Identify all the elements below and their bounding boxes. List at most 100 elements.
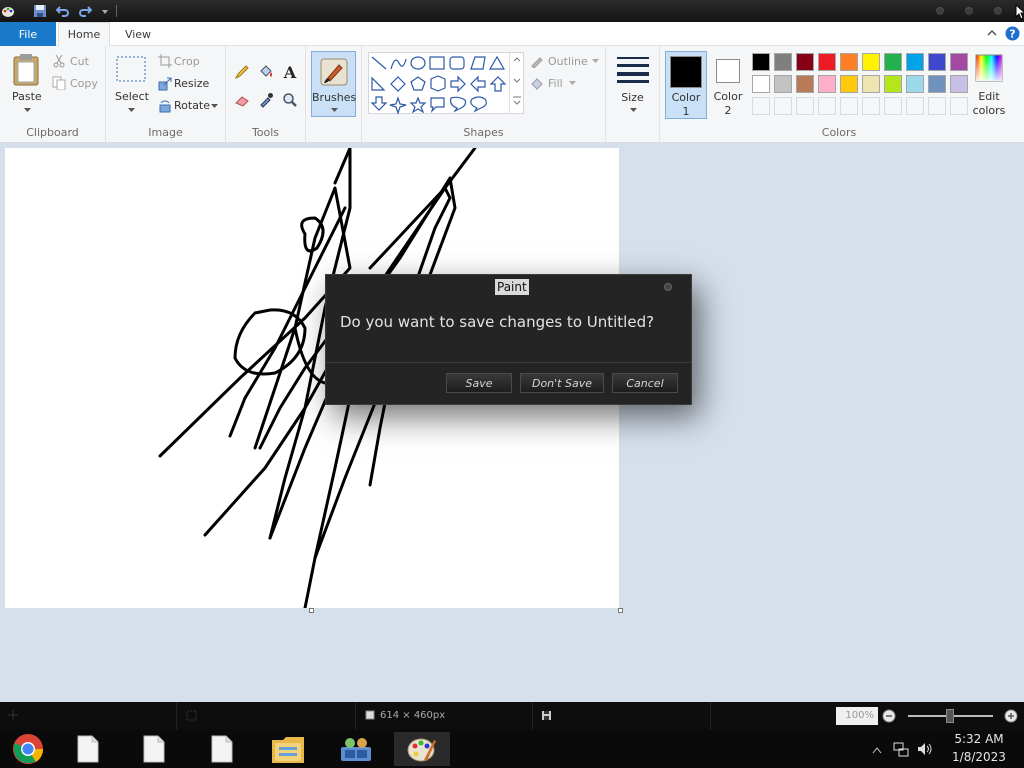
palette-swatch[interactable] [928, 75, 946, 93]
palette-swatch-empty[interactable] [774, 97, 792, 115]
network-icon[interactable] [893, 741, 909, 760]
save-button[interactable]: Save [446, 373, 512, 393]
palette-swatch-empty[interactable] [818, 97, 836, 115]
palette-swatch[interactable] [774, 53, 792, 71]
dont-save-button[interactable]: Don't Save [520, 373, 604, 393]
select-dropdown-icon[interactable] [126, 106, 136, 114]
file-explorer-taskbar-icon[interactable] [262, 732, 314, 766]
shapes-gallery[interactable] [368, 52, 524, 115]
zoom-level[interactable]: 100% [836, 707, 878, 725]
document-taskbar-icon-2[interactable] [128, 732, 180, 766]
rotate-dropdown-icon[interactable] [210, 103, 218, 109]
palette-swatch-empty[interactable] [862, 97, 880, 115]
select-icon[interactable] [116, 56, 146, 82]
palette-swatch[interactable] [752, 53, 770, 71]
customize-quick-access-icon[interactable] [97, 3, 113, 19]
palette-swatch-empty[interactable] [884, 97, 902, 115]
cut-label[interactable]: Cut [70, 55, 89, 68]
palette-swatch[interactable] [752, 75, 770, 93]
palette-swatch[interactable] [796, 75, 814, 93]
crop-icon[interactable] [158, 54, 172, 68]
redo-icon[interactable] [77, 3, 93, 19]
brushes-button[interactable]: Brushes [311, 51, 356, 117]
document-taskbar-icon-3[interactable] [196, 732, 248, 766]
size-label[interactable]: Size [606, 91, 659, 104]
rotate-icon[interactable] [158, 99, 172, 113]
palette-swatch-empty[interactable] [950, 97, 968, 115]
palette-swatch[interactable] [862, 75, 880, 93]
color2-button[interactable]: Color 2 [708, 51, 748, 119]
paste-icon[interactable] [10, 52, 44, 88]
save-icon[interactable] [32, 3, 48, 19]
palette-swatch-empty[interactable] [906, 97, 924, 115]
palette-swatch[interactable] [928, 53, 946, 71]
palette-swatch[interactable] [774, 75, 792, 93]
color-picker-icon[interactable] [257, 91, 275, 109]
paste-label[interactable]: Paste [12, 90, 42, 103]
copy-icon[interactable] [52, 76, 66, 90]
dialog-close-button[interactable] [664, 283, 672, 291]
chrome-taskbar-icon[interactable] [2, 732, 54, 766]
resize-label[interactable]: Resize [174, 77, 209, 90]
zoom-slider-thumb[interactable] [946, 709, 954, 723]
zoom-in-button[interactable] [1004, 709, 1018, 726]
palette-swatch[interactable] [862, 53, 880, 71]
tab-view[interactable]: View [114, 22, 162, 46]
palette-swatch[interactable] [950, 53, 968, 71]
pencil-icon[interactable] [233, 63, 251, 81]
zoom-out-button[interactable] [882, 709, 896, 726]
size-dropdown-icon[interactable] [628, 106, 638, 114]
edit-colors-button[interactable]: Edit colors [970, 52, 1008, 118]
palette-swatch-empty[interactable] [796, 97, 814, 115]
canvas-resize-handle-corner[interactable] [618, 608, 623, 613]
tab-home[interactable]: Home [58, 22, 110, 46]
palette-swatch[interactable] [884, 75, 902, 93]
cancel-button[interactable]: Cancel [612, 373, 678, 393]
palette-swatch[interactable] [950, 75, 968, 93]
canvas-resize-handle-bottom[interactable] [309, 608, 314, 613]
palette-swatch[interactable] [796, 53, 814, 71]
magnifier-icon[interactable] [281, 91, 299, 109]
outline-dropdown-icon[interactable] [591, 58, 599, 64]
close-button[interactable] [994, 7, 1002, 15]
fill-icon[interactable] [530, 76, 544, 90]
size-icon[interactable] [616, 54, 650, 84]
palette-swatch[interactable] [884, 53, 902, 71]
palette-swatch[interactable] [840, 53, 858, 71]
palette-swatch[interactable] [906, 53, 924, 71]
palette-swatch[interactable] [818, 53, 836, 71]
rotate-label[interactable]: Rotate [174, 99, 210, 112]
fill-dropdown-icon[interactable] [568, 80, 576, 86]
undo-icon[interactable] [55, 3, 71, 19]
crop-label[interactable]: Crop [174, 55, 200, 68]
volume-icon[interactable] [917, 741, 933, 760]
palette-swatch[interactable] [906, 75, 924, 93]
cut-icon[interactable] [52, 54, 66, 68]
shapes-scrollbar[interactable] [509, 53, 523, 113]
palette-swatch-empty[interactable] [928, 97, 946, 115]
help-icon[interactable]: ? [1005, 26, 1020, 44]
network-people-taskbar-icon[interactable] [330, 732, 382, 766]
paint-app-icon[interactable] [0, 3, 16, 19]
workspace[interactable]: Paint Do you want to save changes to Unt… [0, 143, 1024, 702]
color1-button[interactable]: Color 1 [665, 51, 707, 119]
copy-label[interactable]: Copy [70, 77, 98, 90]
eraser-icon[interactable] [233, 91, 251, 109]
palette-swatch-empty[interactable] [752, 97, 770, 115]
palette-swatch[interactable] [840, 75, 858, 93]
select-label[interactable]: Select [115, 90, 149, 103]
tab-file[interactable]: File [0, 22, 56, 46]
paste-dropdown-icon[interactable] [22, 106, 32, 114]
minimize-ribbon-icon[interactable] [986, 27, 998, 42]
taskbar-time[interactable]: 5:32 AM [940, 732, 1018, 746]
resize-icon[interactable] [158, 77, 172, 91]
outline-icon[interactable] [530, 54, 544, 68]
show-hidden-icons-icon[interactable] [872, 744, 882, 757]
maximize-button[interactable] [965, 7, 973, 15]
palette-swatch-empty[interactable] [840, 97, 858, 115]
fill-label[interactable]: Fill [548, 77, 563, 90]
paint-taskbar-icon[interactable] [394, 732, 450, 766]
taskbar-date[interactable]: 1/8/2023 [940, 750, 1018, 764]
palette-swatch[interactable] [818, 75, 836, 93]
document-taskbar-icon[interactable] [62, 732, 114, 766]
